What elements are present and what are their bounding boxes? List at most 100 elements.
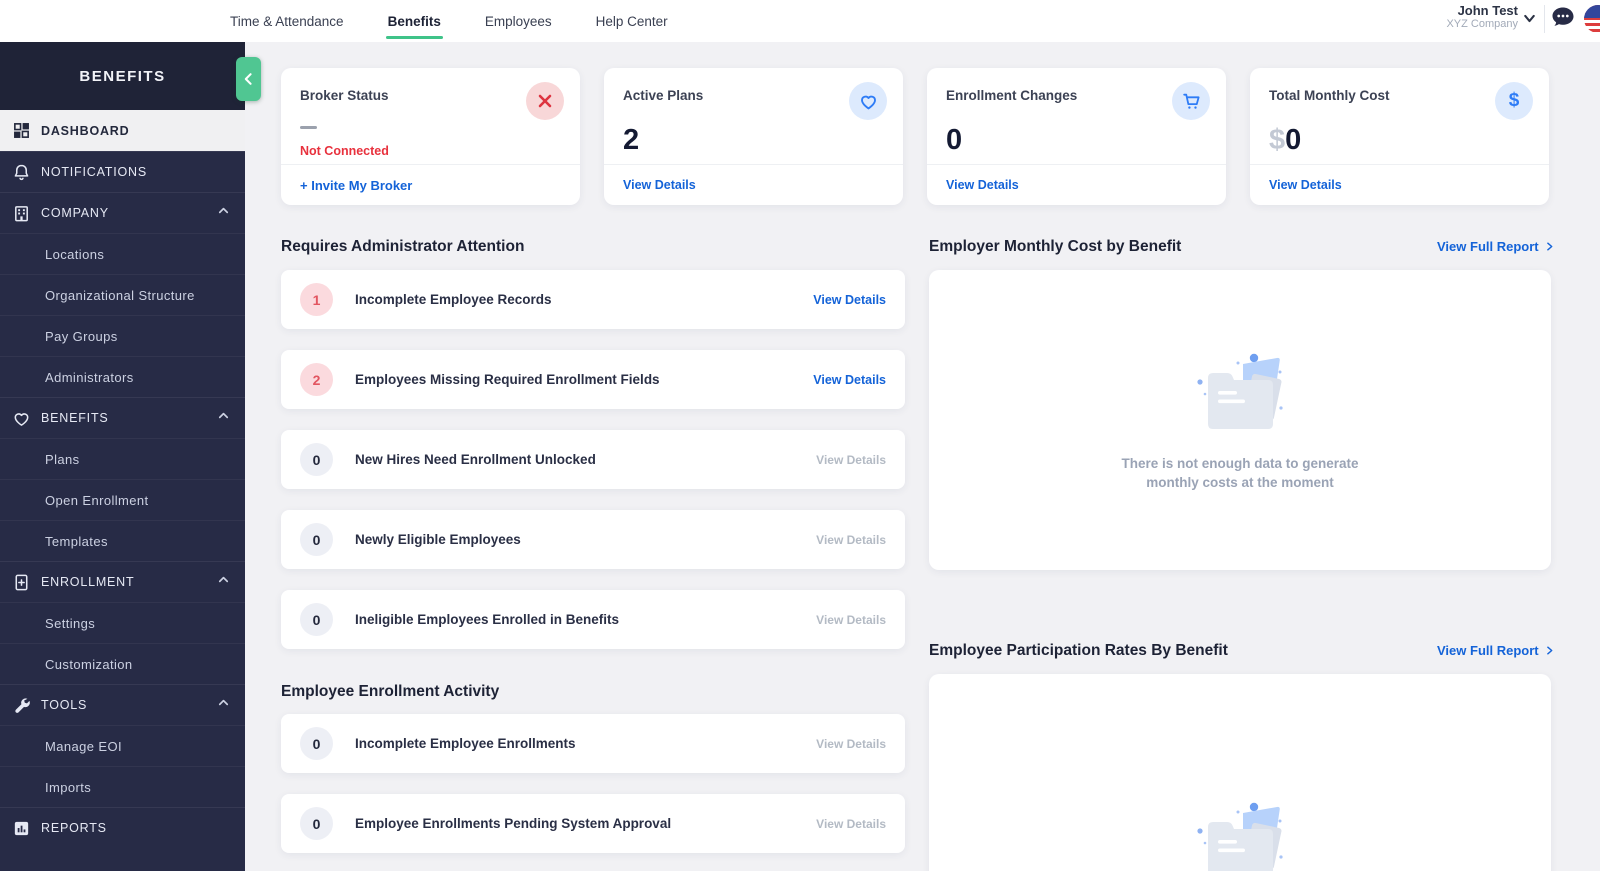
nav-divider: [1544, 5, 1545, 33]
sidebar-item-enrollment[interactable]: ENROLLMENT: [0, 561, 245, 602]
sidebar-item-label: COMPANY: [41, 206, 216, 220]
sidebar-item-label: Open Enrollment: [45, 493, 231, 508]
card-value: 2: [623, 124, 639, 157]
summary-cards-row: Broker Status Not Connected + Invite My …: [281, 68, 1549, 205]
sidebar-item-label: Settings: [45, 616, 231, 631]
sidebar-item-plans[interactable]: Plans: [0, 438, 245, 479]
sidebar-item-benefits[interactable]: BENEFITS: [0, 397, 245, 438]
sidebar-item-label: NOTIFICATIONS: [41, 165, 231, 179]
broker-status-text: Not Connected: [300, 144, 389, 158]
list-item-label: Employees Missing Required Enrollment Fi…: [355, 372, 813, 387]
list-item-label: Incomplete Employee Records: [355, 292, 813, 307]
activity-heading: Employee Enrollment Activity: [281, 683, 499, 701]
sidebar-item-label: TOOLS: [41, 698, 216, 712]
list-item-label: Ineligible Employees Enrolled in Benefit…: [355, 612, 816, 627]
invite-my-broker-link[interactable]: + Invite My Broker: [300, 178, 412, 193]
sidebar-item-administrators[interactable]: Administrators: [0, 356, 245, 397]
empty-state-line1: There is not enough data to generate: [1080, 454, 1400, 473]
chevron-right-icon: [1544, 645, 1555, 656]
nav-tab-benefits[interactable]: Benefits: [388, 10, 441, 33]
sidebar-item-company[interactable]: COMPANY: [0, 192, 245, 233]
card-footer: View Details: [927, 164, 1226, 205]
sidebar-item-manage-eoi[interactable]: Manage EOI: [0, 725, 245, 766]
card-title: Active Plans: [623, 88, 703, 103]
sidebar-item-customization[interactable]: Customization: [0, 643, 245, 684]
currency-symbol: $: [1269, 124, 1285, 156]
user-menu[interactable]: John Test XYZ Company: [1446, 3, 1518, 31]
sidebar-collapse-button[interactable]: [236, 57, 261, 101]
card-value: 0: [946, 124, 962, 157]
view-full-report-link[interactable]: View Full Report: [1437, 239, 1555, 254]
primary-nav-tabs: Time & Attendance Benefits Employees Hel…: [230, 0, 668, 42]
nav-tab-employees[interactable]: Employees: [485, 10, 552, 33]
count-badge: 1: [300, 283, 333, 316]
active-plans-card: Active Plans 2 View Details: [604, 68, 903, 205]
sidebar-item-imports[interactable]: Imports: [0, 766, 245, 807]
chevron-down-icon[interactable]: [1521, 10, 1538, 32]
bell-icon: [12, 163, 31, 182]
attention-heading: Requires Administrator Attention: [281, 238, 524, 256]
chevron-up-icon[interactable]: [216, 695, 231, 715]
sidebar-item-label: Plans: [45, 452, 231, 467]
chevron-up-icon[interactable]: [216, 408, 231, 428]
sidebar-item-tools[interactable]: TOOLS: [0, 684, 245, 725]
sidebar-item-label: ENROLLMENT: [41, 575, 216, 589]
view-details-link[interactable]: View Details: [816, 817, 886, 831]
sidebar-item-reports[interactable]: REPORTS: [0, 807, 245, 848]
dollar-icon: $: [1495, 82, 1533, 120]
sidebar-item-dashboard[interactable]: DASHBOARD: [0, 110, 245, 151]
participation-panel: [929, 674, 1551, 871]
broker-dash: [300, 126, 317, 129]
list-item-label: Incomplete Employee Enrollments: [355, 736, 816, 751]
list-item-newly-eligible-employees: 0 Newly Eligible Employees View Details: [281, 510, 905, 569]
sidebar-item-label: Locations: [45, 247, 231, 262]
view-details-link[interactable]: View Details: [813, 373, 886, 387]
list-item-ineligible-employees-enrolled: 0 Ineligible Employees Enrolled in Benef…: [281, 590, 905, 649]
sidebar-item-settings[interactable]: Settings: [0, 602, 245, 643]
cart-icon: [1172, 82, 1210, 120]
list-item-label: Employee Enrollments Pending System Appr…: [355, 816, 816, 831]
sidebar-item-templates[interactable]: Templates: [0, 520, 245, 561]
sidebar-item-locations[interactable]: Locations: [0, 233, 245, 274]
sidebar-item-label: Templates: [45, 534, 231, 549]
sidebar-item-label: REPORTS: [41, 821, 231, 835]
top-navigation-bar: Time & Attendance Benefits Employees Hel…: [0, 0, 1600, 42]
empty-state-text: There is not enough data to generate mon…: [1080, 454, 1400, 492]
view-details-link[interactable]: View Details: [623, 178, 696, 192]
chevron-up-icon[interactable]: [216, 203, 231, 223]
sidebar-item-organizational-structure[interactable]: Organizational Structure: [0, 274, 245, 315]
x-circle-icon: [526, 82, 564, 120]
sidebar-item-pay-groups[interactable]: Pay Groups: [0, 315, 245, 356]
sidebar-item-notifications[interactable]: NOTIFICATIONS: [0, 151, 245, 192]
view-details-link[interactable]: View Details: [946, 178, 1019, 192]
view-full-report-label: View Full Report: [1437, 643, 1539, 658]
nav-tab-time-attendance[interactable]: Time & Attendance: [230, 10, 344, 33]
view-details-link[interactable]: View Details: [816, 533, 886, 547]
view-details-link[interactable]: View Details: [816, 613, 886, 627]
user-company: XYZ Company: [1446, 18, 1518, 31]
view-details-link[interactable]: View Details: [1269, 178, 1342, 192]
list-item-incomplete-employee-records: 1 Incomplete Employee Records View Detai…: [281, 270, 905, 329]
total-monthly-cost-card: Total Monthly Cost $ $0 View Details: [1250, 68, 1549, 205]
language-flag-icon[interactable]: [1584, 5, 1600, 33]
monthly-cost-panel: There is not enough data to generate mon…: [929, 270, 1551, 570]
participation-heading: Employee Participation Rates By Benefit: [929, 642, 1228, 660]
card-footer: View Details: [1250, 164, 1549, 205]
nav-tab-help-center[interactable]: Help Center: [596, 10, 668, 33]
count-badge: 0: [300, 523, 333, 556]
view-full-report-link[interactable]: View Full Report: [1437, 643, 1555, 658]
count-badge: 0: [300, 727, 333, 760]
sidebar-item-open-enrollment[interactable]: Open Enrollment: [0, 479, 245, 520]
wrench-icon: [12, 696, 31, 715]
sidebar-item-label: Administrators: [45, 370, 231, 385]
view-details-link[interactable]: View Details: [813, 293, 886, 307]
sidebar-item-label: DASHBOARD: [41, 124, 231, 138]
card-title: Broker Status: [300, 88, 389, 103]
count-badge: 0: [300, 443, 333, 476]
view-details-link[interactable]: View Details: [816, 737, 886, 751]
card-title: Total Monthly Cost: [1269, 88, 1390, 103]
chevron-up-icon[interactable]: [216, 572, 231, 592]
chat-icon[interactable]: [1549, 4, 1577, 32]
sidebar-item-label: Customization: [45, 657, 231, 672]
view-details-link[interactable]: View Details: [816, 453, 886, 467]
